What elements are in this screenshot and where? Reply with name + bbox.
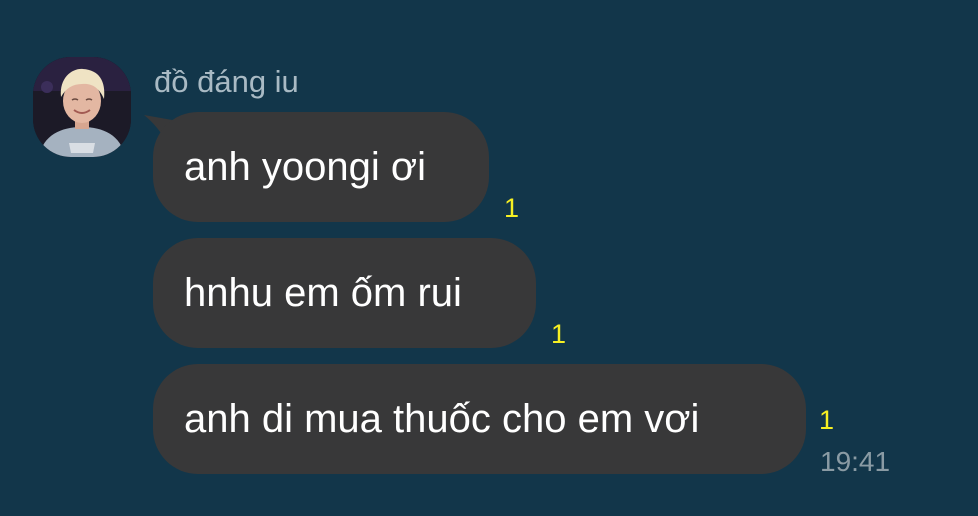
message-text: anh di mua thuốc cho em vơi <box>184 397 700 441</box>
message-bubble[interactable]: anh yoongi ơi <box>153 112 489 222</box>
profile-photo-icon <box>33 57 131 157</box>
sender-name: đồ đáng iu <box>154 64 299 99</box>
unread-count: 1 <box>819 405 835 435</box>
unread-count: 1 <box>504 193 520 223</box>
sender-avatar[interactable] <box>33 57 131 157</box>
message-timestamp: 19:41 <box>820 446 891 477</box>
unread-count: 1 <box>551 319 567 349</box>
message-text: hnhu em ốm rui <box>184 271 462 315</box>
message-text: anh yoongi ơi <box>184 145 426 189</box>
message-bubble[interactable]: hnhu em ốm rui <box>153 238 536 348</box>
message-bubble[interactable]: anh di mua thuốc cho em vơi <box>153 364 806 474</box>
